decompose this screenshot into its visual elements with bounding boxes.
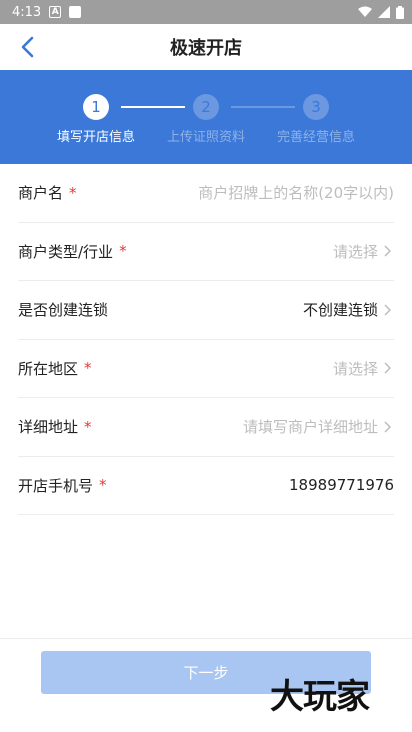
- battery-icon: [396, 5, 404, 19]
- chevron-right-icon: [384, 361, 394, 375]
- region-label: 所在地区: [18, 359, 79, 378]
- watermark-logo: 大玩家: [270, 677, 370, 717]
- required-marker: *: [84, 417, 92, 436]
- step-3-number: 3: [303, 94, 329, 120]
- required-marker: *: [69, 183, 77, 202]
- signal-icon: [378, 6, 390, 18]
- phone-row[interactable]: 开店手机号 * 18989771976: [18, 457, 394, 515]
- required-marker: *: [119, 242, 127, 261]
- status-bar: 4:13 A: [0, 0, 412, 24]
- step-2-number: 2: [193, 94, 219, 120]
- back-arrow-icon: [21, 36, 34, 58]
- back-button[interactable]: [12, 32, 42, 62]
- region-select[interactable]: 请选择: [333, 358, 378, 379]
- region-row[interactable]: 所在地区 * 请选择: [18, 340, 394, 398]
- required-marker: *: [84, 359, 92, 378]
- chain-store-label: 是否创建连锁: [18, 301, 109, 320]
- address-input[interactable]: 请填写商户详细地址: [243, 416, 378, 437]
- store-info-form: 商户名 * 商户招牌上的名称(20字以内) 商户类型/行业 * 请选择 是否创建…: [0, 164, 412, 515]
- merchant-name-label: 商户名: [18, 184, 64, 203]
- step-1-number: 1: [83, 94, 109, 120]
- step-2: 2 上传证照资料: [151, 94, 261, 145]
- status-time: 4:13: [12, 4, 42, 20]
- phone-input[interactable]: 18989771976: [289, 476, 394, 494]
- progress-stepper: 1 填写开店信息 2 上传证照资料 3 完善经营信息: [0, 70, 412, 164]
- app-header: 极速开店: [0, 24, 412, 70]
- step-2-label: 上传证照资料: [166, 130, 245, 145]
- merchant-name-row[interactable]: 商户名 * 商户招牌上的名称(20字以内): [18, 164, 394, 223]
- step-1-label: 填写开店信息: [56, 130, 135, 145]
- footer-bar: 下一步 大玩家: [0, 638, 412, 732]
- address-label: 详细地址: [18, 418, 79, 437]
- merchant-name-input[interactable]: 商户招牌上的名称(20字以内): [198, 182, 394, 203]
- address-row[interactable]: 详细地址 * 请填写商户详细地址: [18, 398, 394, 457]
- step-1: 1 填写开店信息: [41, 94, 151, 145]
- chain-store-row[interactable]: 是否创建连锁 不创建连锁: [18, 281, 394, 340]
- page-title: 极速开店: [170, 38, 242, 59]
- step-3: 3 完善经营信息: [261, 94, 371, 145]
- chevron-right-icon: [384, 244, 394, 258]
- merchant-type-select[interactable]: 请选择: [333, 241, 378, 262]
- chain-store-select[interactable]: 不创建连锁: [303, 299, 378, 320]
- chevron-right-icon: [384, 303, 394, 317]
- required-marker: *: [99, 476, 107, 495]
- merchant-type-label: 商户类型/行业: [18, 242, 114, 261]
- notification-icon: [69, 6, 82, 18]
- chevron-right-icon: [384, 420, 394, 434]
- merchant-type-row[interactable]: 商户类型/行业 * 请选择: [18, 223, 394, 281]
- phone-label: 开店手机号: [18, 476, 94, 495]
- wifi-icon: [358, 6, 372, 17]
- step-3-label: 完善经营信息: [276, 130, 355, 145]
- notification-a-icon: A: [49, 6, 62, 18]
